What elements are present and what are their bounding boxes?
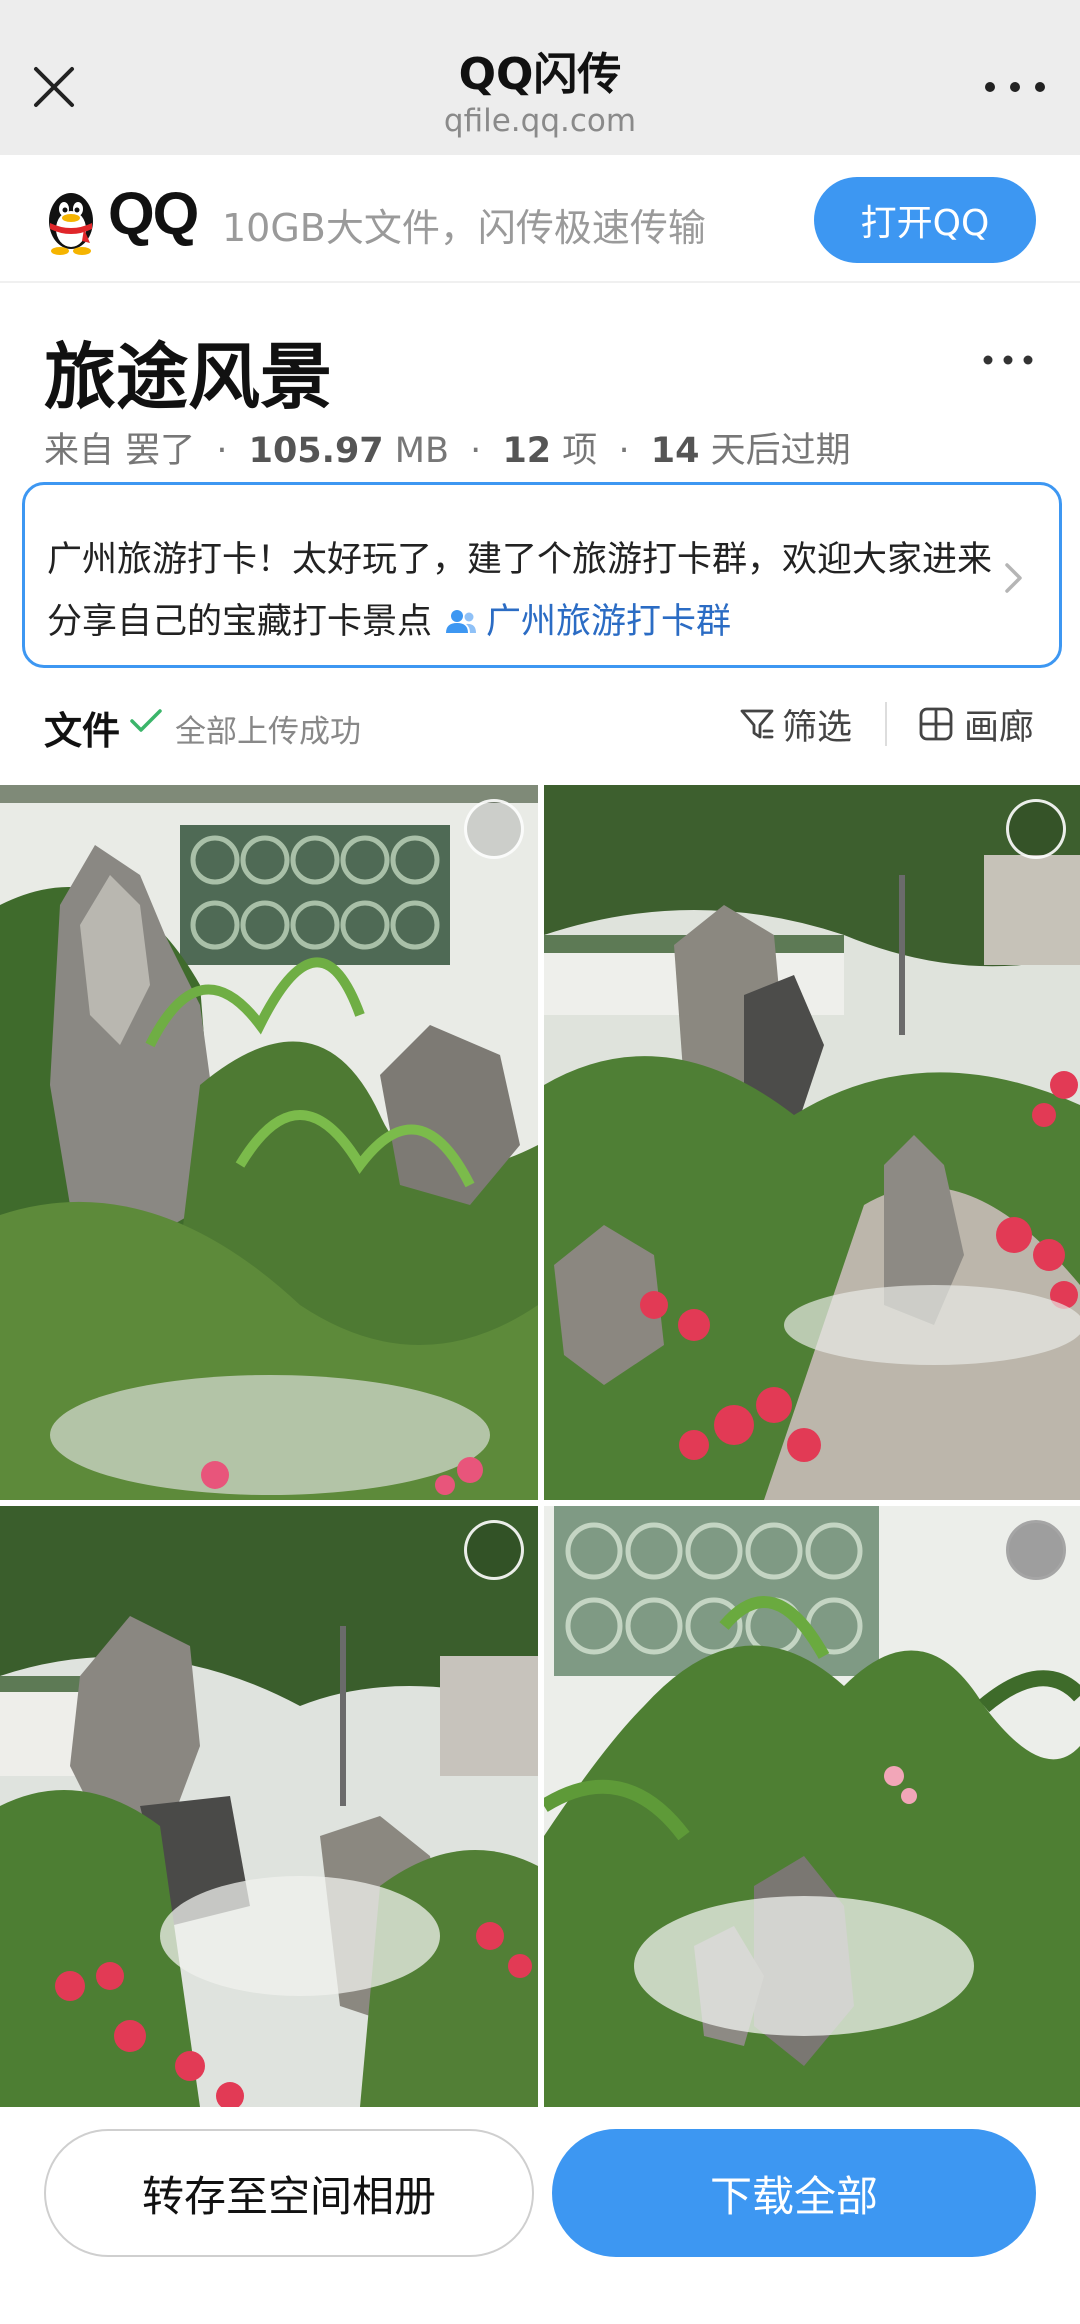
share-size-unit: MB <box>394 431 450 471</box>
filter-label: 筛选 <box>782 707 853 748</box>
share-description-card[interactable]: 广州旅游打卡！太好玩了，建了个旅游打卡群，欢迎大家进来分享自己的宝藏打卡景点 广… <box>22 482 1062 668</box>
garden-window-vines-photo <box>544 1506 1080 2107</box>
description-text-block: 广州旅游打卡！太好玩了，建了个旅游打卡群，欢迎大家进来分享自己的宝藏打卡景点 广… <box>47 529 1007 653</box>
item-count-unit: 项 <box>562 431 598 471</box>
meta-separator: · <box>216 431 228 471</box>
meta-separator: · <box>470 431 482 471</box>
meta-separator: · <box>618 431 630 471</box>
files-toolbar: 文件 全部上传成功 筛选 画廊 <box>0 690 1080 760</box>
files-label: 文件 <box>44 709 121 753</box>
banner-slogan: 10GB大文件，闪传极速传输 <box>222 206 706 250</box>
filter-funnel-icon <box>740 709 774 739</box>
share-more-icon[interactable] <box>980 348 1036 372</box>
gallery-label: 画廊 <box>964 707 1035 748</box>
expire-suffix: 天后过期 <box>710 431 851 471</box>
share-title: 旅途风景 <box>44 335 333 419</box>
group-people-icon <box>446 610 477 633</box>
qq-penguin-logo-icon <box>49 193 93 255</box>
browser-title: QQ闪传 <box>458 49 622 100</box>
bottom-action-bar: 转存至空间相册 下载全部 <box>0 2107 1080 2324</box>
share-meta: 来自 罢了 · 105.97 MB · 12 项 · 14 天后过期 <box>44 422 851 473</box>
photo-tile[interactable] <box>544 1506 1080 2107</box>
qq-promo-banner: QQ 10GB大文件，闪传极速传输 打开QQ <box>0 155 1080 283</box>
upload-status: 全部上传成功 <box>175 714 361 750</box>
gallery-grid-icon <box>919 707 953 741</box>
garden-rockery-photo <box>0 785 538 1500</box>
browser-domain: qfile.qq.com <box>443 103 637 139</box>
garden-path-flowers-photo <box>544 785 1080 1500</box>
from-label: 来自 <box>44 431 115 471</box>
garden-mist-rocks-photo <box>0 1506 538 2107</box>
expire-days: 14 <box>650 431 700 471</box>
checkmark-icon <box>130 709 162 732</box>
item-count: 12 <box>502 431 552 471</box>
photo-tile[interactable] <box>0 785 538 1500</box>
sender-name: 罢了 <box>125 431 196 471</box>
photo-grid <box>0 785 1080 2107</box>
select-circle[interactable] <box>464 1520 524 1580</box>
select-circle[interactable] <box>1006 1520 1066 1580</box>
select-circle[interactable] <box>464 799 524 859</box>
browser-top-bar: QQ闪传 qfile.qq.com <box>0 0 1080 155</box>
save-to-album-button[interactable]: 转存至空间相册 <box>44 2129 534 2257</box>
chevron-right-icon <box>1005 563 1022 593</box>
gallery-button[interactable]: 画廊 <box>918 702 1034 748</box>
filter-button[interactable]: 筛选 <box>738 702 852 748</box>
download-all-button[interactable]: 下载全部 <box>552 2129 1036 2257</box>
share-size: 105.97 <box>248 431 384 471</box>
photo-tile[interactable] <box>0 1506 538 2107</box>
select-circle[interactable] <box>1006 799 1066 859</box>
open-qq-button[interactable]: 打开QQ <box>814 177 1036 263</box>
group-link[interactable]: 广州旅游打卡群 <box>486 602 731 642</box>
photo-tile[interactable] <box>544 785 1080 1500</box>
toolbar-divider <box>885 702 887 746</box>
qq-brand-text: QQ <box>108 180 199 247</box>
more-options-icon[interactable] <box>980 70 1050 104</box>
